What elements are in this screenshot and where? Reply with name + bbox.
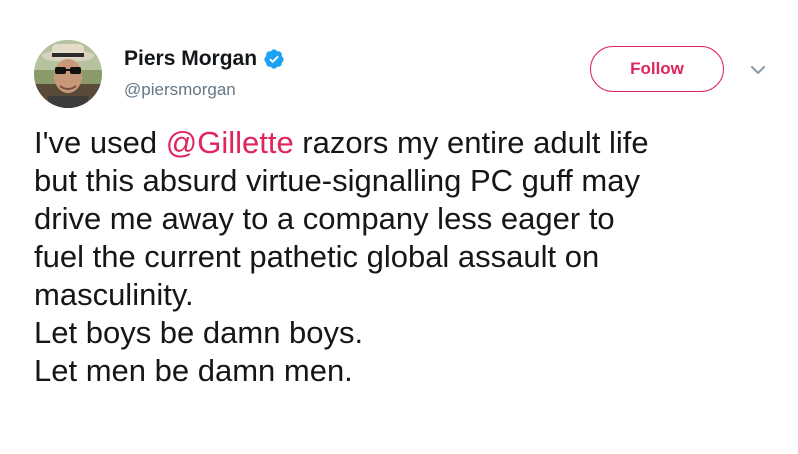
tweet-line: I've used @Gillette razors my entire adu… xyxy=(34,124,774,162)
chevron-down-icon[interactable] xyxy=(748,62,768,78)
avatar-image xyxy=(34,40,102,108)
author-name-row: Piers Morgan xyxy=(124,46,285,72)
avatar[interactable] xyxy=(34,40,102,108)
tweet-line: drive me away to a company less eager to xyxy=(34,201,615,236)
tweet-line: Let men be damn men. xyxy=(34,353,353,388)
tweet-line: but this absurd virtue-signalling PC guf… xyxy=(34,163,640,198)
tweet-line: masculinity. xyxy=(34,277,194,312)
tweet-text-segment: razors my entire adult life xyxy=(293,125,649,160)
tweet-line: fuel the current pathetic global assault… xyxy=(34,239,600,274)
author-handle[interactable]: @piersmorgan xyxy=(124,80,236,100)
tweet-text-segment: I've used xyxy=(34,125,166,160)
tweet-text: I've used @Gillette razors my entire adu… xyxy=(34,124,774,390)
tweet-card: Piers Morgan @piersmorgan Follow I've us… xyxy=(0,0,798,454)
verified-badge-icon xyxy=(263,48,285,70)
author-display-name[interactable]: Piers Morgan xyxy=(124,47,257,71)
follow-button[interactable]: Follow xyxy=(590,46,724,92)
mention-link[interactable]: @Gillette xyxy=(166,125,294,160)
tweet-line: Let boys be damn boys. xyxy=(34,315,364,350)
